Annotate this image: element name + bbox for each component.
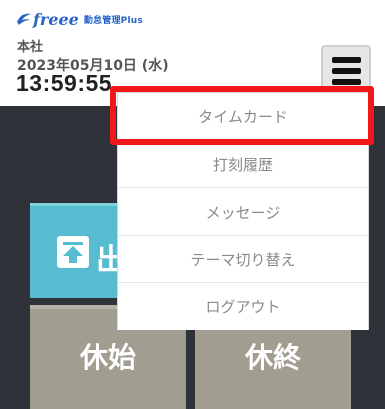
break-start-label: 休始 — [79, 341, 136, 374]
logo-brand-text: freee — [33, 9, 79, 29]
menu-item-theme-switch[interactable]: テーマ切り替え — [118, 236, 368, 283]
highlight-box — [110, 86, 374, 145]
upload-arrow-icon — [57, 236, 89, 268]
break-end-label: 休終 — [244, 341, 301, 374]
logo-product-text: 勤怠管理Plus — [83, 15, 143, 26]
hamburger-bar — [331, 79, 361, 85]
menu-item-logout[interactable]: ログアウト — [118, 283, 368, 330]
menu-item-punch-history[interactable]: 打刻履歴 — [118, 141, 368, 188]
freee-bird-icon — [16, 11, 32, 27]
hamburger-menu-icon — [331, 57, 361, 63]
freee-logo: freee 勤怠管理Plus — [16, 9, 143, 29]
office-location: 本社 — [17, 40, 44, 55]
hamburger-bar — [331, 68, 361, 74]
menu-item-messages[interactable]: メッセージ — [118, 189, 368, 236]
current-time: 13:59:55 — [16, 70, 113, 96]
